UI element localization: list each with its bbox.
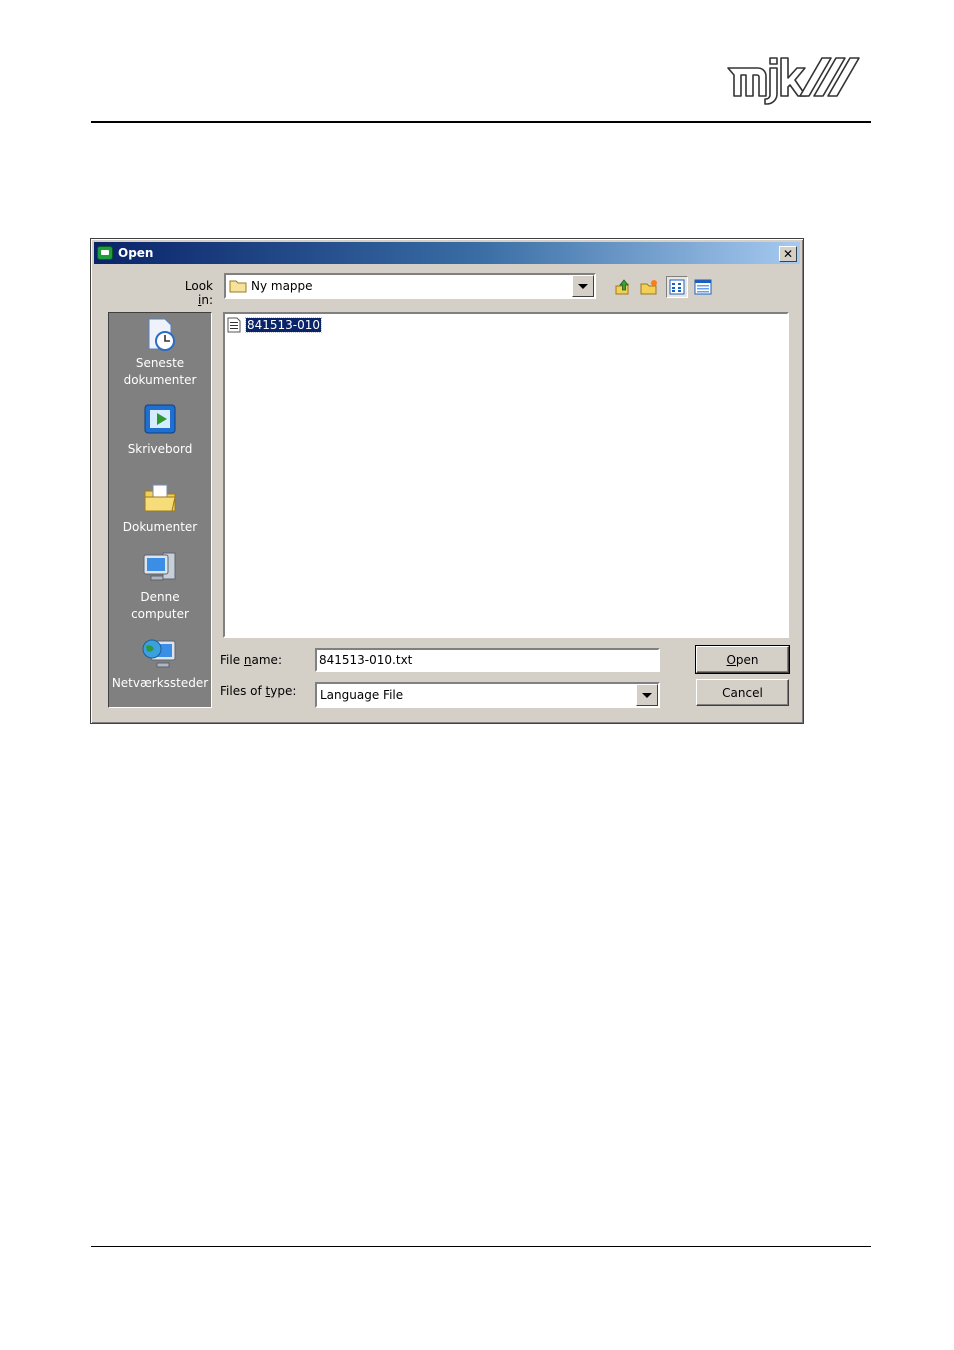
app-icon <box>97 246 113 260</box>
file-list[interactable]: 841513-010 <box>223 312 789 638</box>
file-name-label: 841513-010 <box>244 317 323 333</box>
folder-icon <box>229 280 247 293</box>
places-item-desktop[interactable]: Skrivebord <box>109 401 211 458</box>
places-item-my-computer[interactable]: Denne computer <box>109 549 211 623</box>
chevron-down-icon <box>578 283 588 289</box>
desktop-icon <box>144 404 176 434</box>
title-bar[interactable]: Open ✕ <box>94 242 800 264</box>
text-file-icon <box>227 317 241 333</box>
header-rule <box>91 121 871 123</box>
places-item-recent-documents[interactable]: Seneste dokumenter <box>109 315 211 389</box>
mjk-logo <box>727 57 860 105</box>
footer-rule <box>91 1246 871 1247</box>
places-item-network-places[interactable]: Netværkssteder <box>109 635 211 692</box>
files-of-type-label: Files of type: <box>220 684 297 698</box>
open-button-label: Open <box>726 652 759 667</box>
look-in-label: Look in: <box>184 279 213 307</box>
file-name-label-text: File name: <box>220 653 282 667</box>
files-of-type-dropdown[interactable]: Language File <box>315 682 660 708</box>
files-of-type-value: Language File <box>320 688 404 702</box>
up-one-level-button[interactable] <box>611 276 633 298</box>
open-button[interactable]: Open <box>695 645 790 674</box>
open-dialog: Open ✕ Look in: Ny mappe Seneste dokumen… <box>90 238 804 724</box>
my-documents-icon <box>144 484 176 512</box>
cancel-button[interactable]: Cancel <box>696 679 789 706</box>
look-in-value: Ny mappe <box>251 279 313 293</box>
cancel-button-label: Cancel <box>722 685 763 700</box>
dialog-title: Open <box>118 246 154 260</box>
look-in-dropdown[interactable]: Ny mappe <box>224 273 596 299</box>
up-one-level-icon <box>615 279 629 295</box>
my-computer-icon <box>143 552 176 581</box>
files-of-type-dropdown-button[interactable] <box>636 684 658 706</box>
create-new-folder-button[interactable] <box>638 276 660 298</box>
file-name-input[interactable]: 841513-010.txt <box>315 648 660 672</box>
file-name-value: 841513-010.txt <box>319 653 413 667</box>
tools-button[interactable] <box>692 276 714 298</box>
view-menu-button[interactable] <box>666 276 688 298</box>
list-item[interactable]: 841513-010 <box>227 316 323 334</box>
look-in-dropdown-button[interactable] <box>572 275 594 297</box>
close-button[interactable]: ✕ <box>779 246 797 262</box>
chevron-down-icon <box>642 692 652 698</box>
recent-documents-icon <box>148 318 175 351</box>
close-icon: ✕ <box>782 247 794 261</box>
details-view-icon <box>694 279 712 295</box>
network-places-icon <box>142 639 176 668</box>
places-bar: Senestedokumenter Skrivebord Dokumenter <box>108 312 212 708</box>
places-item-my-documents[interactable]: Dokumenter <box>109 479 211 536</box>
create-new-folder-icon <box>640 280 657 295</box>
list-view-icon <box>669 279 685 295</box>
